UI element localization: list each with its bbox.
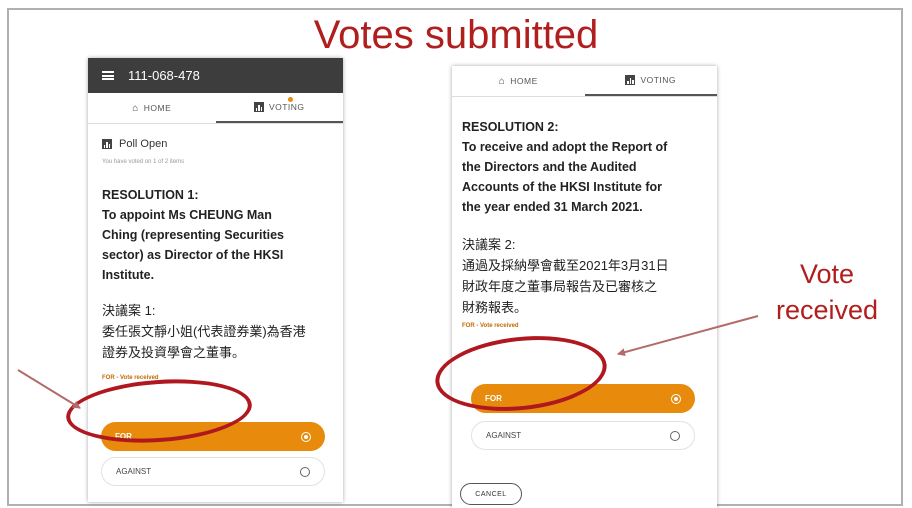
resolution-line: Accounts of the HKSI Institute for: [462, 180, 662, 194]
resolution-line: To receive and adopt the Report of: [462, 140, 668, 154]
poll-status: Poll Open: [102, 138, 329, 150]
vote-received-callout: Vote received: [752, 256, 902, 328]
resolution-line: the year ended 31 March 2021.: [462, 200, 643, 214]
slide-title: Votes submitted: [313, 13, 599, 57]
home-icon: ⌂: [498, 75, 506, 87]
resolution-zh-line: 委任張文靜小姐(代表證券業)為香港: [102, 324, 306, 339]
poll-content: RESOLUTION 2: To receive and adopt the R…: [452, 117, 717, 329]
poll-icon: [102, 139, 112, 149]
poll-status-label: Poll Open: [119, 138, 168, 150]
option-against[interactable]: AGAINST: [101, 457, 325, 486]
vote-received-status: FOR - Vote received: [102, 375, 159, 381]
notification-dot: [287, 97, 293, 102]
tab-voting-label: VOTING: [640, 75, 677, 85]
option-against[interactable]: AGAINST: [471, 421, 695, 450]
voting-icon: [625, 75, 636, 85]
callout-line: Vote: [799, 259, 855, 289]
resolution-zh-line: 證券及投資學會之董事。: [102, 345, 246, 360]
tab-voting[interactable]: VOTING: [584, 66, 717, 96]
radio-selected-icon: [301, 431, 311, 442]
callout-line: received: [775, 295, 879, 325]
tab-voting-label: VOTING: [268, 102, 305, 112]
resolution-line: To appoint Ms CHEUNG Man: [102, 208, 272, 222]
tab-home[interactable]: ⌂ HOME: [88, 93, 216, 123]
tab-home[interactable]: ⌂ HOME: [452, 66, 585, 96]
radio-selected-icon: [671, 393, 681, 404]
resolution-line: the Directors and the Audited: [462, 160, 637, 174]
resolution-line: sector) as Director of the HKSI: [102, 248, 284, 262]
hamburger-menu-icon[interactable]: [102, 71, 114, 80]
resolution-zh-title: 決議案 1:: [102, 303, 156, 318]
resolution-zh-title: 決議案 2:: [462, 237, 516, 252]
cancel-button[interactable]: CANCEL: [460, 483, 522, 505]
home-icon: ⌂: [132, 102, 139, 114]
resolution-zh-line: 通過及採納學會截至2021年3月31日: [462, 258, 669, 273]
radio-unselected-icon: [300, 466, 310, 477]
slide-top-edge: [0, 0, 912, 4]
poll-content: Poll Open You have voted on 1 of 2 items…: [88, 138, 343, 381]
tab-home-label: HOME: [143, 103, 172, 113]
resolution-line: Institute.: [102, 268, 155, 282]
nav-tabs: ⌂ HOME VOTING: [452, 66, 717, 97]
resolution-zh-line: 財政年度之董事局報告及已審核之: [462, 279, 658, 294]
vote-received-status: FOR - Vote received: [462, 323, 519, 329]
resolution-title: RESOLUTION 1:: [102, 188, 199, 202]
app-bar: 111-068-478: [88, 58, 343, 93]
voting-icon: [253, 102, 264, 112]
meeting-id: 111-068-478: [128, 68, 200, 83]
resolution-title: RESOLUTION 2:: [462, 120, 559, 134]
radio-unselected-icon: [670, 430, 680, 441]
voted-progress-note: You have voted on 1 of 2 items: [102, 159, 185, 165]
resolution-line: Ching (representing Securities: [102, 228, 284, 242]
nav-tabs: ⌂ HOME VOTING: [88, 93, 343, 124]
option-against-label: AGAINST: [116, 467, 152, 476]
phone-screen-resolution-2: ⌂ HOME VOTING RESOLUTION 2: To receive a…: [452, 66, 717, 508]
resolution-zh-line: 財務報表。: [462, 300, 528, 315]
tab-voting[interactable]: VOTING: [215, 93, 343, 123]
tab-home-label: HOME: [510, 76, 538, 86]
option-against-label: AGAINST: [486, 431, 522, 440]
